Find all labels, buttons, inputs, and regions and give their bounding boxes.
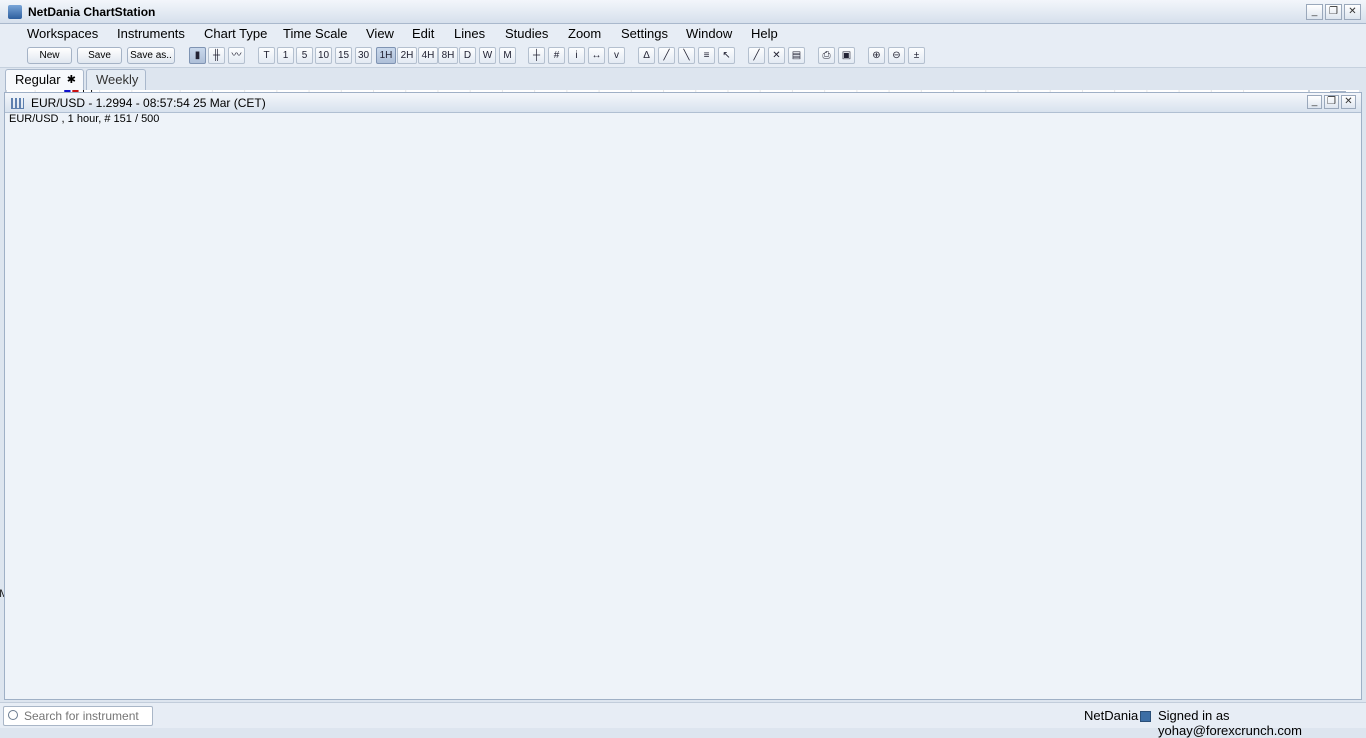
bar-chart-icon[interactable]: ╫: [208, 47, 225, 64]
candlestick-chart-icon[interactable]: ▮: [189, 47, 206, 64]
zoom-reset-icon[interactable]: ±: [908, 47, 925, 64]
workspace-tabs: Regular ✱ Weekly: [0, 68, 1366, 90]
fibonacci-icon[interactable]: ≡: [698, 47, 715, 64]
delete-drawing-icon[interactable]: ✕: [768, 47, 785, 64]
menu-window[interactable]: Window: [686, 26, 732, 41]
save-as-button[interactable]: Save as..: [127, 47, 175, 64]
chart-window: EUR/USD - 1.2994 - 08:57:54 25 Mar (CET)…: [4, 92, 1362, 700]
timeframe-30[interactable]: 30: [355, 47, 372, 64]
instrument-search[interactable]: [3, 706, 153, 726]
menu-lines[interactable]: Lines: [454, 26, 485, 41]
timeframe-2h[interactable]: 2H: [397, 47, 417, 64]
signed-in-user: Signed in as yohay@forexcrunch.com: [1158, 708, 1302, 738]
scroll-icon[interactable]: ↔: [588, 47, 605, 64]
chart-close-icon[interactable]: ✕: [1341, 95, 1356, 109]
grid-icon[interactable]: #: [548, 47, 565, 64]
chart-restore-icon[interactable]: ❐: [1324, 95, 1339, 109]
tab-regular[interactable]: Regular ✱: [5, 69, 84, 90]
trendline-icon[interactable]: ╱: [658, 47, 675, 64]
zoom-in-icon[interactable]: ⊕: [868, 47, 885, 64]
print-preview-icon[interactable]: ▣: [838, 47, 855, 64]
volume-icon[interactable]: v: [608, 47, 625, 64]
timeframe-d[interactable]: D: [459, 47, 476, 64]
toolbar: New Save Save as.. ▮ ╫ 〰 T 1 5 10 15 30 …: [0, 44, 1366, 107]
timeframe-4h[interactable]: 4H: [418, 47, 438, 64]
menu-zoom[interactable]: Zoom: [568, 26, 601, 41]
timeframe-10[interactable]: 10: [315, 47, 332, 64]
menu-time-scale[interactable]: Time Scale: [283, 26, 348, 41]
tab-pin-icon[interactable]: ✱: [67, 70, 76, 90]
new-button[interactable]: New: [27, 47, 72, 64]
tab-weekly-label: Weekly: [96, 72, 139, 87]
print-icon[interactable]: ⎙: [818, 47, 835, 64]
search-input[interactable]: [24, 708, 150, 724]
netdania-logo-icon: [8, 5, 22, 19]
timeframe-m[interactable]: M: [499, 47, 516, 64]
chart-window-titlebar: EUR/USD - 1.2994 - 08:57:54 25 Mar (CET)…: [5, 93, 1361, 113]
search-icon: [8, 710, 18, 720]
menu-workspaces[interactable]: Workspaces: [27, 26, 98, 41]
draw-line-icon[interactable]: ╱: [748, 47, 765, 64]
zoom-out-icon[interactable]: ⊖: [888, 47, 905, 64]
info-icon[interactable]: i: [568, 47, 585, 64]
menu-settings[interactable]: Settings: [621, 26, 668, 41]
timeframe-1[interactable]: 1: [277, 47, 294, 64]
studies-icon[interactable]: ▤: [788, 47, 805, 64]
bell-alert-icon[interactable]: ∆: [638, 47, 655, 64]
menu-help[interactable]: Help: [751, 26, 778, 41]
connection-status-icon: [1140, 711, 1151, 722]
app-window: 1.31001.30801.30601.30401.30201.30001.29…: [0, 0, 1366, 738]
chart-minimize-icon[interactable]: _: [1307, 95, 1322, 109]
timeframe-8h[interactable]: 8H: [438, 47, 458, 64]
menu-edit[interactable]: Edit: [412, 26, 434, 41]
cursor-icon[interactable]: ↖: [718, 47, 735, 64]
chart-window-icon: [11, 98, 24, 109]
title-bar: NetDania ChartStation _ ❐ ✕: [0, 0, 1366, 24]
save-button[interactable]: Save: [77, 47, 122, 64]
menu-bar: Workspaces Instruments Chart Type Time S…: [0, 24, 1366, 44]
close-icon[interactable]: ✕: [1344, 4, 1361, 20]
crosshair-icon[interactable]: ┼: [528, 47, 545, 64]
status-brand: NetDania: [1084, 708, 1139, 723]
tab-weekly[interactable]: Weekly: [86, 69, 146, 90]
chart-window-title: EUR/USD - 1.2994 - 08:57:54 25 Mar (CET): [31, 96, 266, 110]
menu-instruments[interactable]: Instruments: [117, 26, 185, 41]
minimize-icon[interactable]: _: [1306, 4, 1323, 20]
menu-chart-type[interactable]: Chart Type: [204, 26, 267, 41]
menu-view[interactable]: View: [366, 26, 394, 41]
chart-info-label: EUR/USD , 1 hour, # 151 / 500: [9, 113, 160, 125]
timeframe-1h[interactable]: 1H: [376, 47, 396, 64]
timeframe-t[interactable]: T: [258, 47, 275, 64]
tab-regular-label: Regular: [15, 72, 61, 87]
timeframe-15[interactable]: 15: [335, 47, 352, 64]
restore-icon[interactable]: ❐: [1325, 4, 1342, 20]
timeframe-5[interactable]: 5: [296, 47, 313, 64]
line-chart-icon[interactable]: 〰: [228, 47, 245, 64]
menu-studies[interactable]: Studies: [505, 26, 548, 41]
app-title: NetDania ChartStation: [28, 5, 156, 19]
channel-icon[interactable]: ╲: [678, 47, 695, 64]
timeframe-w[interactable]: W: [479, 47, 496, 64]
status-bar: NetDania Signed in as yohay@forexcrunch.…: [0, 702, 1366, 738]
